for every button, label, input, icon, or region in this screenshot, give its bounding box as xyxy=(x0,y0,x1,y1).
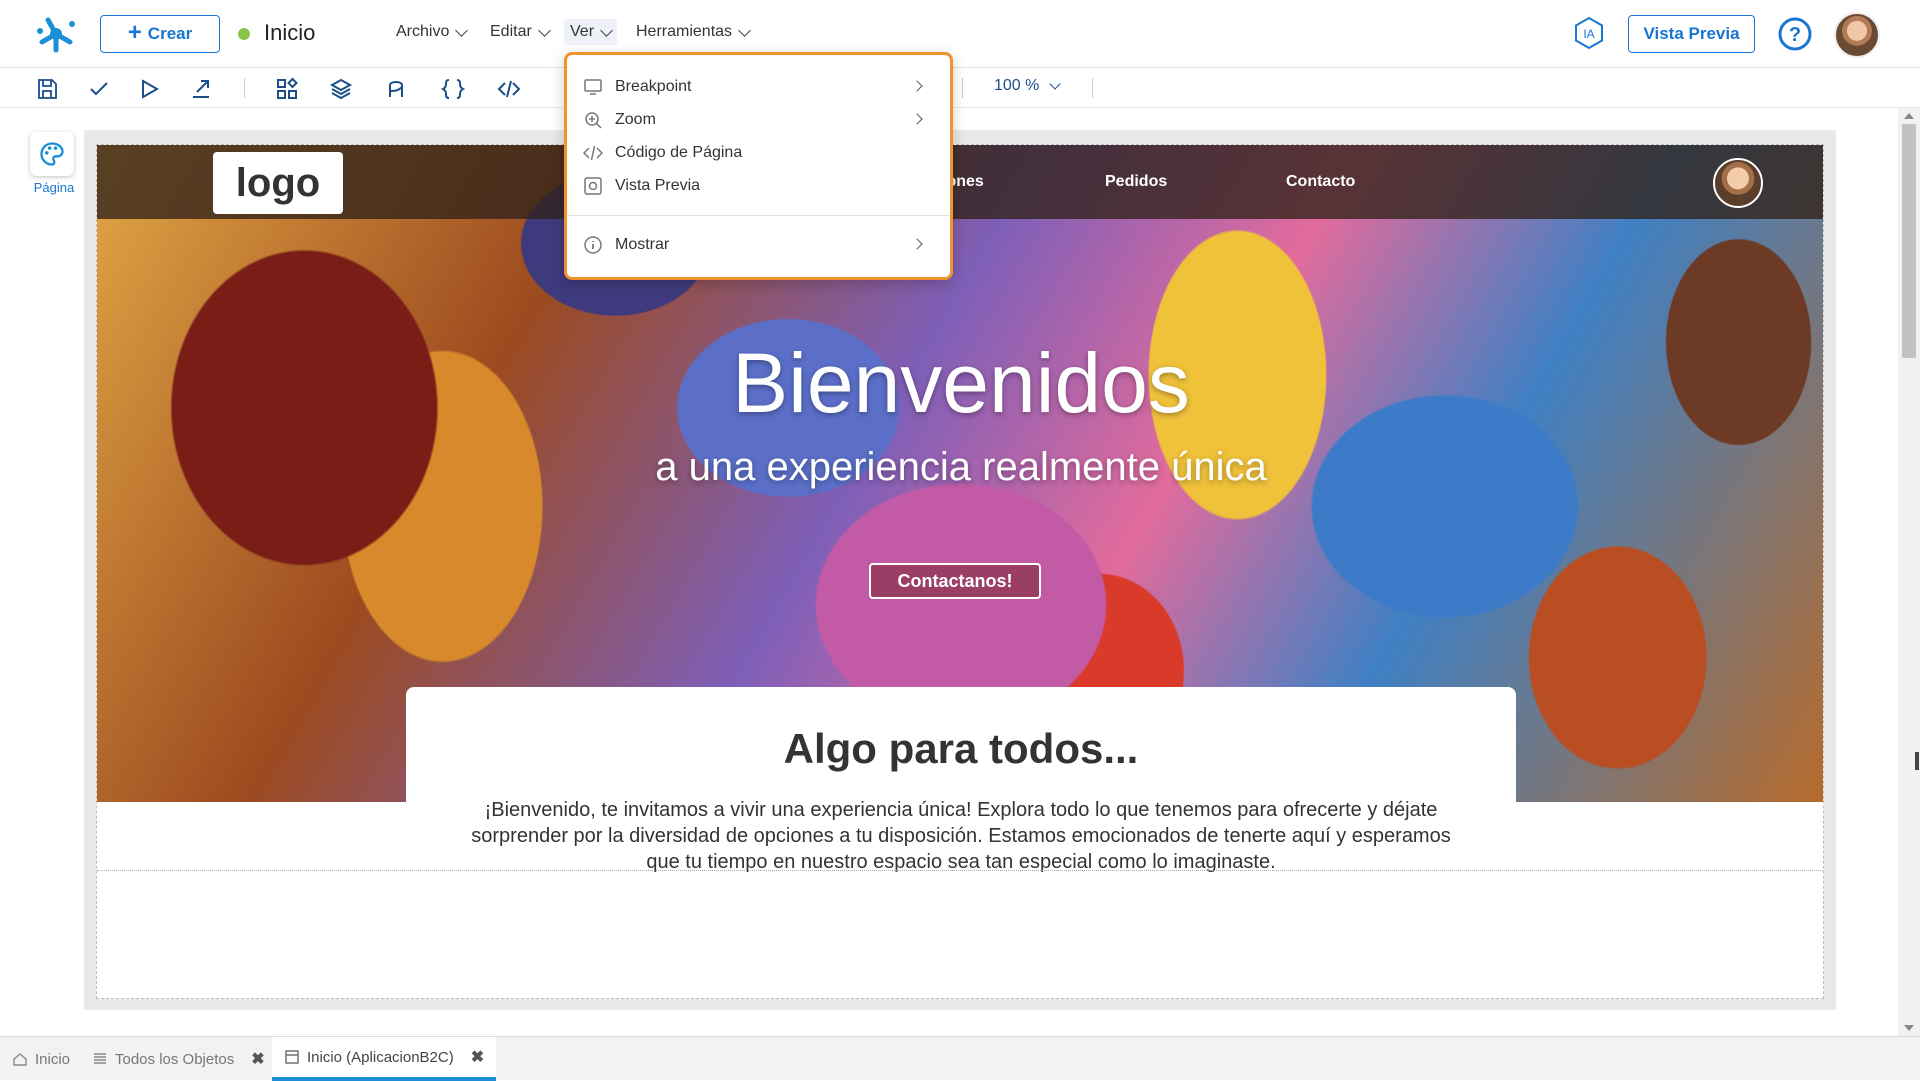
tab-label: Inicio (AplicacionB2C) xyxy=(307,1048,454,1066)
status-dot xyxy=(238,28,250,40)
chevron-down-icon xyxy=(600,23,613,37)
page-icon xyxy=(285,1050,299,1064)
zoom-icon xyxy=(585,112,602,129)
menu-archivo-label: Archivo xyxy=(396,23,450,40)
menu-editar-label: Editar xyxy=(490,23,532,40)
menu-item-breakpoint[interactable]: Breakpoint xyxy=(583,72,933,102)
layers-icon[interactable] xyxy=(328,76,354,102)
close-icon[interactable]: ✖ xyxy=(471,1047,484,1067)
palette-icon xyxy=(30,132,74,176)
chevron-down-icon xyxy=(537,23,551,37)
preview-icon xyxy=(584,177,602,195)
intro-card-text[interactable]: ¡Bienvenido, te invitamos a vivir una ex… xyxy=(456,797,1466,875)
zoom-select[interactable]: 100 % xyxy=(994,77,1062,95)
list-icon xyxy=(94,1053,106,1064)
tab-label: Todos los Objetos xyxy=(115,1050,235,1068)
ver-menu-dropdown: Breakpoint Zoom Código de Página Vista P… xyxy=(564,52,953,280)
tab-inicio[interactable]: Inicio xyxy=(0,1037,82,1081)
chevron-right-icon xyxy=(911,113,923,125)
app-logo-icon[interactable] xyxy=(34,12,78,56)
chevron-down-icon xyxy=(455,23,469,37)
mouse-cursor xyxy=(1915,752,1919,770)
preview-button[interactable]: Vista Previa xyxy=(1628,15,1755,53)
toolbar-divider xyxy=(244,78,245,98)
site-nav-pedidos[interactable]: Pedidos xyxy=(1105,173,1167,191)
check-icon[interactable] xyxy=(86,76,112,102)
menu-item-vista-previa[interactable]: Vista Previa xyxy=(583,171,933,201)
home-icon xyxy=(13,1053,27,1066)
page-title: Inicio xyxy=(264,20,316,45)
toolbar-divider xyxy=(962,78,963,98)
menu-ver[interactable]: Ver xyxy=(564,19,618,45)
section-divider xyxy=(97,870,1823,871)
menu-item-label: Breakpoint xyxy=(615,78,692,95)
info-icon xyxy=(584,236,602,254)
braces-icon[interactable] xyxy=(440,76,466,102)
plus-icon: + xyxy=(127,19,142,46)
flow-icon[interactable] xyxy=(383,76,409,102)
close-icon[interactable]: ✖ xyxy=(251,1049,264,1069)
hero-title[interactable]: Bienvenidos xyxy=(97,335,1823,432)
menu-item-mostrar[interactable]: Mostrar xyxy=(583,230,933,260)
contact-cta-button[interactable]: Contactanos! xyxy=(869,563,1041,599)
menu-divider xyxy=(567,215,950,216)
code-icon[interactable] xyxy=(496,76,522,102)
menu-herramientas[interactable]: Herramientas xyxy=(636,23,751,41)
create-button[interactable]: + Crear xyxy=(100,15,220,53)
toolbar-divider xyxy=(1092,78,1093,98)
site-nav-contacto[interactable]: Contacto xyxy=(1286,173,1355,191)
chevron-down-icon xyxy=(1049,78,1062,90)
help-label: ? xyxy=(1789,24,1801,46)
menu-editar[interactable]: Editar xyxy=(490,23,551,41)
menu-item-label: Vista Previa xyxy=(615,177,701,194)
chevron-down-icon xyxy=(738,23,751,37)
tab-todos-los-objetos[interactable]: Todos los Objetos ✖ xyxy=(80,1037,277,1081)
create-button-label: Crear xyxy=(147,24,193,43)
tab-label: Inicio xyxy=(35,1050,71,1068)
scroll-down-icon[interactable] xyxy=(1904,1025,1914,1031)
intro-card[interactable]: Algo para todos... ¡Bienvenido, te invit… xyxy=(406,687,1516,873)
vertical-scrollbar[interactable] xyxy=(1898,108,1920,1036)
site-logo[interactable]: logo xyxy=(213,152,343,214)
hero-subtitle[interactable]: a una experiencia realmente única xyxy=(97,445,1823,490)
help-icon[interactable]: ? xyxy=(1778,17,1812,51)
site-header[interactable]: logo iones Pedidos Contacto xyxy=(97,145,1823,219)
export-icon[interactable] xyxy=(188,76,214,102)
ia-label: IA xyxy=(1583,27,1594,41)
top-bar: + Crear Inicio Archivo Editar Ver Herram… xyxy=(0,0,1920,68)
toolbar xyxy=(0,68,1920,108)
site-user-avatar[interactable] xyxy=(1713,158,1763,208)
monitor-icon xyxy=(584,79,602,95)
chevron-right-icon xyxy=(911,80,923,92)
menu-item-label: Zoom xyxy=(615,111,656,128)
components-icon[interactable] xyxy=(274,76,300,102)
user-avatar[interactable] xyxy=(1834,12,1880,58)
tab-inicio-aplicacionb2c[interactable]: Inicio (AplicacionB2C) ✖ xyxy=(272,1037,497,1081)
page-properties-button[interactable]: Página xyxy=(30,132,78,200)
scroll-up-icon[interactable] xyxy=(1904,113,1914,119)
play-icon[interactable] xyxy=(136,76,162,102)
code-icon xyxy=(583,145,603,161)
menu-ver-label: Ver xyxy=(570,23,595,40)
menu-item-codigo-de-pagina[interactable]: Código de Página xyxy=(583,138,933,168)
intro-card-title[interactable]: Algo para todos... xyxy=(406,725,1516,773)
chevron-right-icon xyxy=(911,238,923,250)
menu-item-label: Mostrar xyxy=(615,236,670,253)
save-icon[interactable] xyxy=(34,76,60,102)
document-tabs-bar: Inicio Todos los Objetos ✖ Inicio (Aplic… xyxy=(0,1036,1920,1081)
page-properties-label: Página xyxy=(33,180,75,195)
ia-assistant-icon[interactable]: IA xyxy=(1572,16,1606,50)
scroll-thumb[interactable] xyxy=(1902,124,1916,358)
menu-item-label: Código de Página xyxy=(615,144,743,161)
zoom-value: 100 % xyxy=(994,77,1040,94)
menu-item-zoom[interactable]: Zoom xyxy=(583,105,933,135)
menu-herramientas-label: Herramientas xyxy=(636,23,733,40)
menu-archivo[interactable]: Archivo xyxy=(396,23,469,41)
design-canvas[interactable]: logo iones Pedidos Contacto Bienvenidos … xyxy=(96,144,1824,999)
